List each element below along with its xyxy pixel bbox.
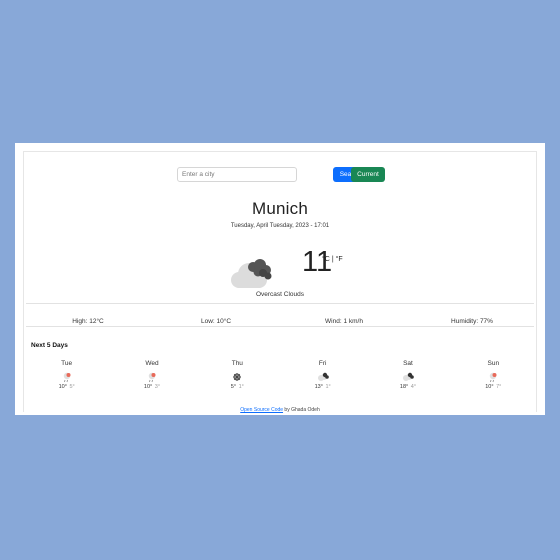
forecast-high: 5° [230, 384, 237, 390]
rain-icon [490, 372, 497, 383]
forecast-title: Next 5 Days [31, 342, 68, 349]
forecast-day-name: Thu [231, 360, 243, 367]
forecast-high: 10° [143, 384, 153, 390]
source-code-link[interactable]: Open Source Code [240, 407, 283, 413]
celsius-link[interactable]: °C [322, 256, 330, 263]
forecast-day: Sat 18° 4° [365, 360, 450, 393]
forecast-day: Fri 13° 1° [280, 360, 365, 393]
low-temperature: Low: 10°C [200, 318, 232, 325]
forecast-day: Sun 10° 7° [451, 360, 536, 393]
city-search-input[interactable] [177, 167, 297, 182]
snow-icon [233, 373, 242, 381]
wind-speed: Wind: 1 km/h [325, 318, 363, 325]
forecast-low: 3° [154, 384, 161, 390]
forecast-low: 7° [496, 384, 502, 390]
overcast-clouds-icon [231, 259, 272, 288]
forecast-high: 18° [399, 384, 409, 390]
forecast-day: Thu 5° 1° [195, 360, 280, 393]
weather-card: Search Current Munich Tuesday, April Tue… [15, 143, 545, 415]
forecast-day: Tue 10° 5° [24, 360, 109, 393]
forecast-day-name: Tue [61, 360, 73, 367]
forecast-day-name: Fri [318, 360, 327, 367]
forecast-day: Wed 10° 3° [109, 360, 194, 393]
fahrenheit-link[interactable]: °F [336, 256, 343, 263]
forecast-day-name: Wed [145, 360, 159, 367]
footer: Open Source Code by Ghada Odeh [24, 407, 536, 413]
forecast-low: 4° [410, 384, 417, 390]
partly-cloudy-icon [402, 372, 414, 381]
forecast-low: 1° [238, 384, 244, 390]
partly-cloudy-icon [317, 372, 329, 381]
forecast-high: 10° [485, 384, 494, 390]
weather-container: Search Current Munich Tuesday, April Tue… [23, 151, 537, 413]
divider [26, 303, 534, 304]
footer-credit: by Ghada Odeh [283, 407, 320, 413]
forecast-day-name: Sun [487, 360, 500, 367]
forecast-high: 10° [58, 384, 67, 390]
unit-separator: | [331, 256, 334, 263]
weather-description: Overcast Clouds [255, 291, 305, 298]
rain-icon [148, 372, 156, 383]
search-form: Search Current [24, 167, 536, 182]
high-temperature: High: 12°C [72, 318, 104, 325]
date-time: Tuesday, April Tuesday, 2023 - 17:01 [230, 223, 330, 229]
weather-stats: High: 12°C Low: 10°C Wind: 1 km/h Humidi… [24, 318, 536, 330]
forecast-low: 5° [69, 384, 75, 390]
city-name: Munich [251, 199, 308, 218]
forecast-high: 13° [314, 384, 323, 390]
current-location-button[interactable]: Current [351, 167, 385, 182]
humidity: Humidity: 77% [451, 318, 493, 325]
forecast-list: Tue 10° 5° Wed 10° 3° Thu 5° 1° Fri 13° … [24, 360, 536, 393]
unit-toggle: °C | °F [322, 256, 343, 263]
divider [26, 326, 534, 327]
forecast-low: 1° [325, 384, 331, 390]
forecast-day-name: Sat [403, 360, 413, 367]
rain-icon [63, 372, 71, 383]
